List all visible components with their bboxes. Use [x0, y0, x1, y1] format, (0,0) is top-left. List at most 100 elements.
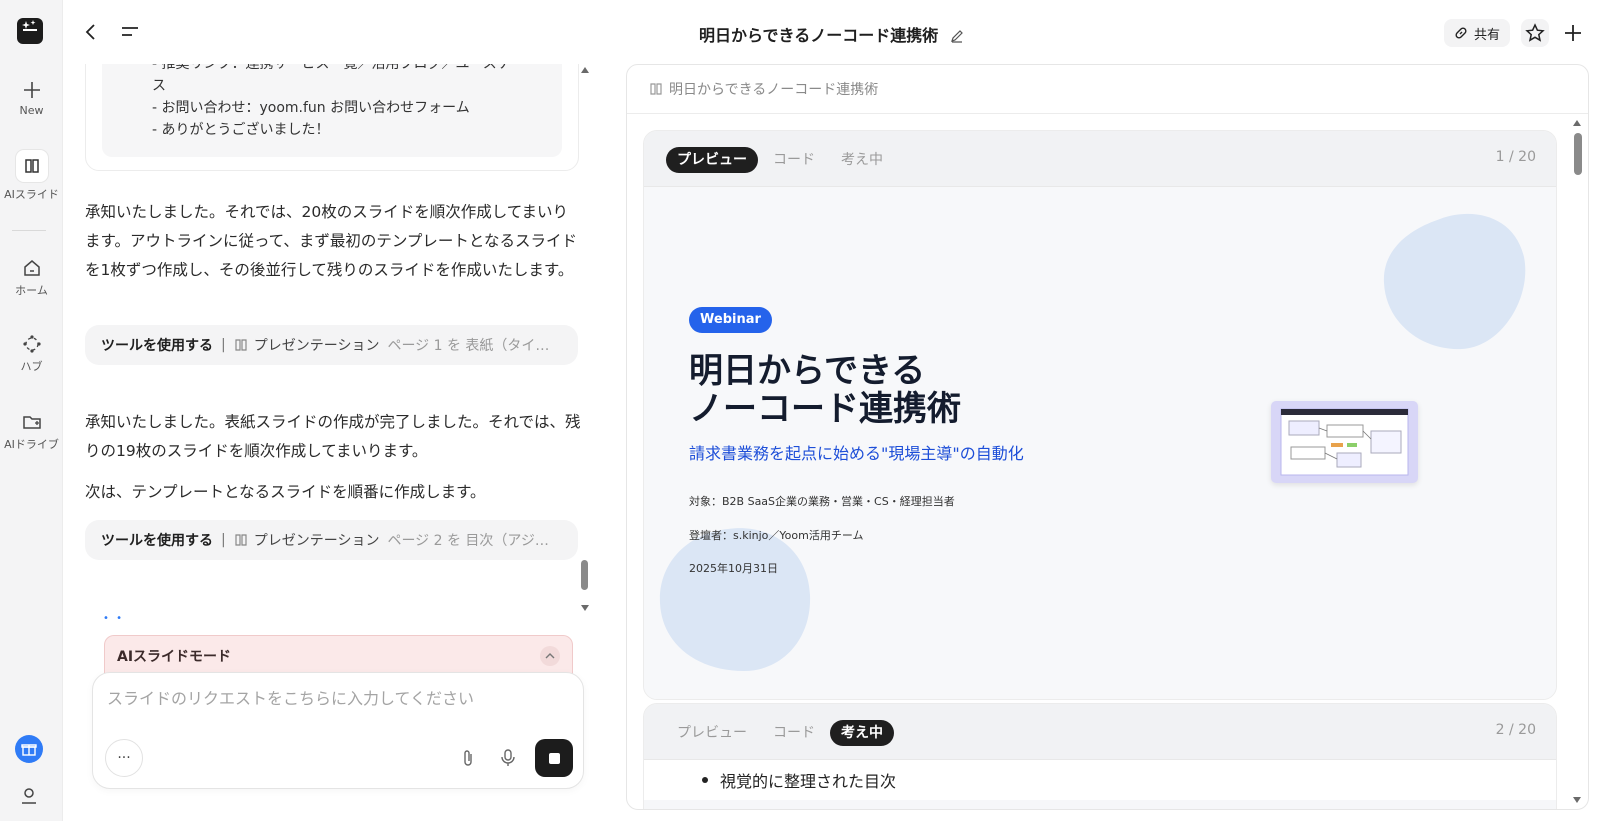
composer: ··· [92, 672, 584, 789]
chevron-up-icon [545, 653, 555, 659]
ai-slide-mode-label: AIスライドモード [117, 649, 232, 665]
slide-title-line: 明日からできる [689, 351, 926, 391]
collapse-mode-button[interactable] [540, 646, 560, 666]
rail-new[interactable]: New [0, 80, 63, 117]
decorative-blob-icon [659, 528, 811, 671]
paperclip-icon [464, 750, 472, 766]
slide-card: プレビュー コード 考え中 1 / 20 Webinar 明日からできる ノーコ… [643, 130, 1557, 700]
chevron-left-icon [85, 24, 95, 40]
gift-button[interactable] [15, 735, 43, 763]
preview-panel-header: 明日からできるノーコード連携術 [627, 65, 1588, 114]
more-options-button[interactable]: ··· [105, 739, 143, 777]
tool-call-pill[interactable]: ツールを使用する | プレゼンテーション ページ 2 を 目次（アジ… [85, 520, 578, 560]
tab-preview[interactable]: プレビュー [666, 720, 758, 746]
slide-subtitle: 請求書業務を起点に始める"現場主導"の自動化 [689, 444, 1024, 463]
preview-panel: 明日からできるノーコード連携術 プレビュー コード 考え中 1 / 20 Web… [626, 64, 1589, 810]
assistant-message: 承知いたしました。表紙スライドの作成が完了しました。それでは、残りの19枚のスラ… [85, 413, 581, 460]
plus-icon [1565, 25, 1581, 41]
favorite-button[interactable] [1521, 19, 1549, 47]
rail-hub[interactable]: ハブ [0, 334, 63, 374]
workflow-screenshot-image [1271, 401, 1418, 483]
microphone-icon [501, 749, 515, 766]
presentation-icon [235, 534, 247, 546]
top-header: 明日からできるノーコード連携術 共有 [63, 0, 1600, 64]
add-button[interactable] [1559, 19, 1587, 47]
rail-hub-label: ハブ [20, 360, 43, 373]
outline-line: - お問い合わせ：yoom.fun お問い合わせフォーム [152, 100, 470, 116]
thinking-content: 視覚的に整理された目次 [644, 760, 1556, 800]
more-icon: ··· [117, 750, 131, 766]
scroll-up-arrow-icon[interactable] [1572, 119, 1582, 127]
star-icon [1525, 23, 1545, 42]
user-button[interactable] [19, 786, 39, 810]
share-button[interactable]: 共有 [1444, 19, 1511, 47]
slide-title-line: ノーコード連携術 [689, 389, 961, 429]
bullet-icon [702, 777, 708, 783]
attach-button[interactable] [461, 748, 475, 772]
gift-icon [21, 744, 37, 756]
slide-card-tabs: プレビュー コード 考え中 1 / 20 [644, 131, 1556, 187]
slide-audience: 対象：B2B SaaS企業の業務・営業・CS・経理担当者 [689, 495, 955, 508]
book-icon [650, 83, 662, 95]
mic-button[interactable] [500, 748, 516, 772]
tab-code[interactable]: コード [762, 720, 826, 746]
share-label: 共有 [1474, 27, 1501, 43]
decorative-blob-icon [1383, 213, 1526, 350]
document-title-text: 明日からできるノーコード連携術 [699, 26, 939, 45]
tool-call-action: ツールを使用する [101, 533, 213, 549]
outline-card: - 推奨リンク：連携サービス一覧／活用ブログ／ユースケー ス - お問い合わせ：… [85, 64, 579, 171]
presentation-icon [235, 339, 247, 351]
preview-doc-name: 明日からできるノーコード連携術 [669, 82, 879, 98]
slide-title: 明日からできる ノーコード連携術 [689, 352, 1109, 428]
rail-home[interactable]: ホーム [0, 258, 63, 298]
book-icon [24, 159, 39, 173]
outline-quote: - 推奨リンク：連携サービス一覧／活用ブログ／ユースケー ス - お問い合わせ：… [102, 64, 562, 157]
menu-icon [122, 27, 138, 36]
folder-icon [22, 416, 41, 429]
rail-ai-drive[interactable]: AIドライブ [0, 412, 63, 452]
slide-request-input[interactable] [107, 689, 567, 708]
rail-divider [12, 230, 46, 231]
left-rail: New AIスライド ホーム ハブ AIドライブ [0, 0, 63, 821]
tab-thinking[interactable]: 考え中 [830, 147, 894, 173]
app-logo-icon[interactable] [17, 18, 43, 44]
tool-call-detail: ページ 1 を 表紙（タイ… [387, 338, 550, 354]
home-icon [23, 260, 40, 276]
scroll-down-arrow-icon[interactable] [1572, 796, 1582, 804]
assistant-message: 次は、テンプレートとなるスライドを順番に作成します。 [85, 483, 486, 501]
assistant-message: 承知いたしました。それでは、20枚のスライドを順次作成してまいります。アウトライ… [85, 203, 577, 279]
outline-line: - ありがとうございました！ [152, 122, 330, 138]
preview-scrollbar-thumb[interactable] [1574, 133, 1582, 175]
typing-indicator-icon: • • [103, 613, 124, 624]
tool-call-tool: プレゼンテーション [253, 338, 380, 354]
rail-ai-drive-label: AIドライブ [4, 438, 59, 451]
slide-presenter: 登壇者：s.kinjo／Yoom活用チーム [689, 529, 864, 542]
rail-ai-slide[interactable]: AIスライド [0, 150, 63, 202]
page-counter: 2 / 20 [1495, 722, 1536, 738]
tool-call-action: ツールを使用する [101, 338, 213, 354]
list-item-text: 視覚的に整理された目次 [720, 772, 897, 791]
scroll-up-arrow-icon[interactable] [580, 66, 590, 74]
back-button[interactable] [83, 22, 99, 46]
tool-call-detail: ページ 2 を 目次（アジ… [387, 533, 549, 549]
rail-home-label: ホーム [15, 284, 48, 297]
outline-line: ス [152, 78, 166, 94]
document-title[interactable]: 明日からできるノーコード連携術 [699, 22, 964, 46]
tool-call-pill[interactable]: ツールを使用する | プレゼンテーション ページ 1 を 表紙（タイ… [85, 325, 578, 365]
stop-generation-button[interactable] [535, 739, 573, 777]
scroll-down-arrow-icon[interactable] [580, 604, 590, 612]
menu-button[interactable] [121, 24, 139, 43]
link-icon [1455, 27, 1467, 39]
plus-icon [23, 82, 40, 98]
slide-card-tabs: プレビュー コード 考え中 2 / 20 [644, 704, 1556, 760]
stop-icon [548, 752, 560, 764]
slide-date: 2025年10月31日 [689, 562, 778, 575]
tab-preview[interactable]: プレビュー [666, 147, 758, 173]
hub-icon [22, 335, 41, 353]
tab-code[interactable]: コード [762, 147, 826, 173]
chat-scrollbar-thumb[interactable] [581, 560, 588, 590]
list-item: 視覚的に整理された目次 [702, 768, 896, 792]
edit-pencil-icon[interactable] [950, 29, 964, 43]
slide-card: プレビュー コード 考え中 2 / 20 視覚的に整理された目次 [643, 703, 1557, 809]
tab-thinking[interactable]: 考え中 [830, 720, 894, 746]
